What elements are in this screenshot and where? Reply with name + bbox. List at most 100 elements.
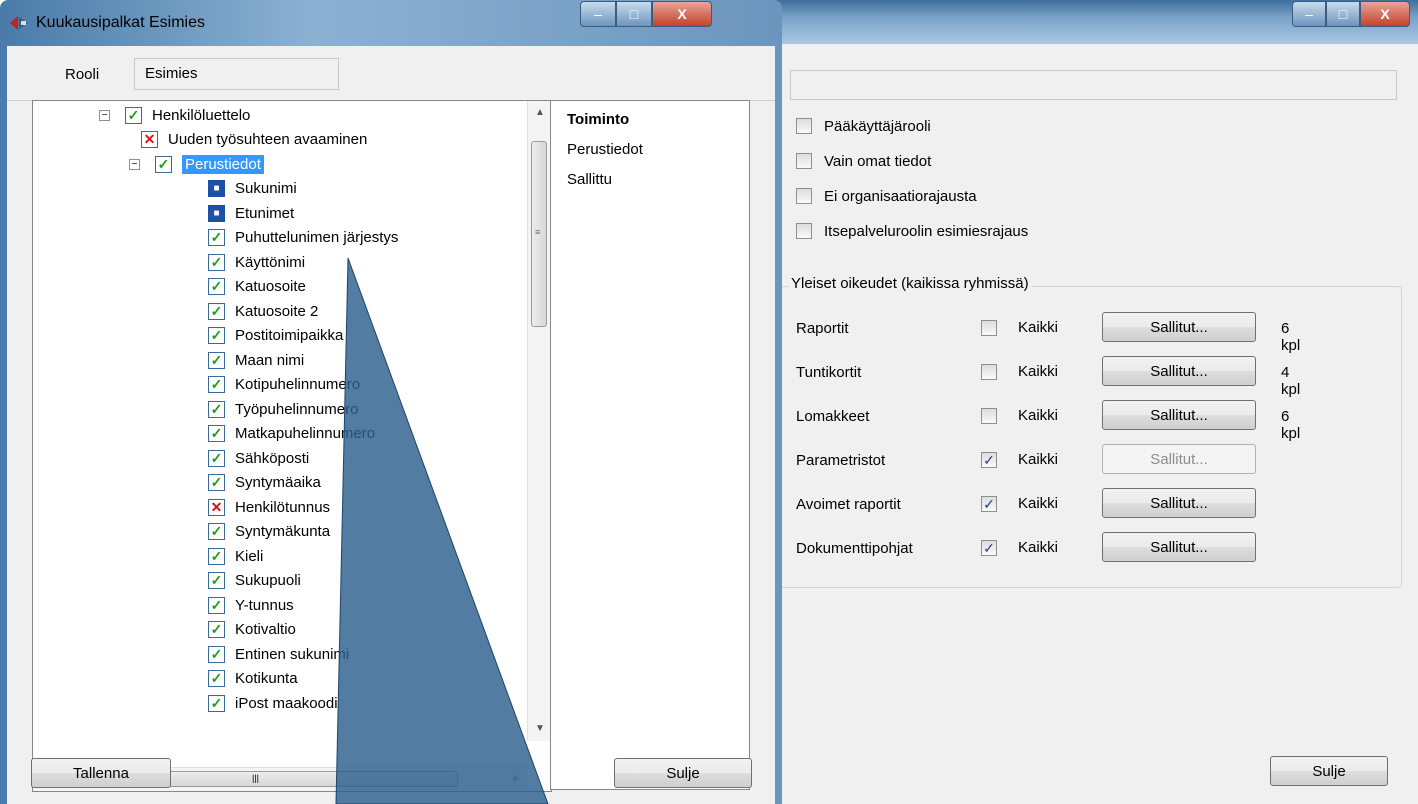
- checkbox[interactable]: [796, 153, 812, 169]
- all-checkbox[interactable]: [981, 320, 997, 336]
- group-title: Yleiset oikeudet (kaikissa ryhmissä): [789, 275, 1031, 292]
- tree-item[interactable]: ✓ Katuosoite: [208, 275, 306, 299]
- check-icon[interactable]: ✓: [208, 596, 225, 614]
- check-icon[interactable]: ✓: [208, 229, 225, 246]
- check-icon[interactable]: ✓: [208, 400, 225, 418]
- check-icon[interactable]: ✓: [208, 670, 225, 687]
- check-icon[interactable]: ✓: [208, 302, 225, 320]
- tree-item-label: Puhuttelunimen järjestys: [235, 229, 399, 246]
- scroll-down-arrow-icon[interactable]: ▼: [535, 723, 545, 734]
- all-checkbox[interactable]: ✓: [981, 452, 997, 468]
- count-label: 6 kpl: [1281, 320, 1301, 354]
- tree-item[interactable]: ✓ Syntymäaika: [208, 471, 321, 495]
- dialog-title: Kuukausipalkat Esimies: [36, 14, 205, 31]
- role-value-field: Esimies: [134, 58, 339, 90]
- check-icon[interactable]: ✓: [208, 547, 225, 565]
- checkbox[interactable]: [796, 118, 812, 134]
- check-icon[interactable]: ✓: [208, 278, 225, 295]
- maximize-button[interactable]: □: [1326, 1, 1360, 27]
- allowed-button[interactable]: Sallitut...: [1102, 400, 1256, 430]
- check-icon[interactable]: ✓: [208, 523, 225, 540]
- allowed-button[interactable]: Sallitut...: [1102, 356, 1256, 386]
- option-row[interactable]: Vain omat tiedot: [796, 149, 931, 173]
- permissions-tree[interactable]: ✓ Henkilöluettelo − ✕ Uuden työsuhteen avaam…: [32, 100, 552, 792]
- minimize-button[interactable]: –: [1292, 1, 1326, 27]
- collapse-icon[interactable]: −: [129, 159, 140, 170]
- check-icon[interactable]: ✓: [208, 425, 225, 442]
- collapse-icon[interactable]: −: [99, 110, 110, 121]
- allowed-button[interactable]: Sallitut...: [1102, 312, 1256, 342]
- check-icon[interactable]: ✓: [208, 327, 225, 344]
- tree-item[interactable]: ✓ Maan nimi: [208, 348, 304, 372]
- tree-item[interactable]: ✓ Kotikunta: [208, 667, 298, 691]
- checkbox[interactable]: [796, 188, 812, 204]
- save-button[interactable]: Tallenna: [31, 758, 171, 788]
- check-icon[interactable]: ✓: [208, 694, 225, 712]
- tree-item[interactable]: ✓ Entinen sukunimi: [208, 642, 349, 666]
- allowed-button[interactable]: Sallitut...: [1102, 444, 1256, 474]
- tree-item-label: Sähköposti: [235, 449, 310, 467]
- checkbox[interactable]: [796, 223, 812, 239]
- check-icon[interactable]: ✓: [208, 645, 225, 663]
- cross-icon[interactable]: ✕: [141, 131, 158, 148]
- tree-item-label: Y-tunnus: [235, 596, 294, 614]
- tree-item[interactable]: ✕ Henkilötunnus: [208, 495, 330, 519]
- close-window-button[interactable]: X: [1360, 1, 1410, 27]
- all-checkbox[interactable]: [981, 364, 997, 380]
- tree-item-label: Postitoimipaikka: [235, 327, 344, 344]
- check-icon[interactable]: ✓: [125, 106, 142, 124]
- tree-item[interactable]: ✓ Kieli: [208, 544, 263, 568]
- scroll-up-arrow-icon[interactable]: ▲: [535, 107, 545, 118]
- option-label: Itsepalveluroolin esimiesrajaus: [824, 222, 1029, 240]
- tree-item-label: Katuosoite: [235, 278, 306, 295]
- all-checkbox[interactable]: ✓: [981, 540, 997, 556]
- tree-item[interactable]: ✕ Uuden työsuhteen avaaminen: [141, 128, 367, 152]
- tree-item[interactable]: ✓ Katuosoite 2: [208, 299, 318, 323]
- scroll-thumb[interactable]: ≡: [531, 141, 547, 327]
- check-icon[interactable]: ✓: [208, 253, 225, 271]
- option-row[interactable]: Pääkäyttäjärooli: [796, 114, 931, 138]
- cross-icon[interactable]: ✕: [208, 498, 225, 516]
- tree-item[interactable]: ✓ Kotivaltio: [208, 618, 296, 642]
- close-button[interactable]: Sulje: [1270, 756, 1388, 786]
- check-icon[interactable]: ✓: [208, 621, 225, 638]
- check-icon[interactable]: ✓: [208, 449, 225, 467]
- tree-item[interactable]: ✓ Perustiedot: [155, 152, 264, 176]
- minimize-button[interactable]: –: [580, 1, 616, 27]
- option-label: Pääkäyttäjärooli: [824, 117, 931, 135]
- check-icon[interactable]: ✓: [208, 572, 225, 589]
- allowed-button[interactable]: Sallitut...: [1102, 488, 1256, 518]
- tree-item[interactable]: ✓ iPost maakoodi: [208, 691, 338, 715]
- tree-item[interactable]: ✓ Sukupuoli: [208, 569, 301, 593]
- tree-item[interactable]: ■ Etunimet: [208, 201, 294, 225]
- tree-item[interactable]: ✓ Y-tunnus: [208, 593, 294, 617]
- close-button[interactable]: Sulje: [614, 758, 752, 788]
- check-icon[interactable]: ✓: [208, 351, 225, 369]
- tree-item[interactable]: ✓ Syntymäkunta: [208, 520, 330, 544]
- tree-item[interactable]: ✓ Sähköposti: [208, 446, 309, 470]
- tree-item[interactable]: ✓ Matkapuhelinnumero: [208, 422, 375, 446]
- tree-item[interactable]: ✓ Kotipuhelinnumero: [208, 373, 360, 397]
- all-checkbox[interactable]: [981, 408, 997, 424]
- tree-item[interactable]: ■ Sukunimi: [208, 177, 297, 201]
- role-name-field[interactable]: [790, 70, 1397, 100]
- all-checkbox[interactable]: ✓: [981, 496, 997, 512]
- close-window-button[interactable]: X: [652, 1, 712, 27]
- tree-item[interactable]: ✓ Käyttönimi: [208, 250, 305, 274]
- tree-item[interactable]: ✓ Työpuhelinnumero: [208, 397, 358, 421]
- tree-item[interactable]: ✓ Henkilöluettelo: [125, 103, 250, 127]
- check-icon[interactable]: ✓: [208, 376, 225, 393]
- check-icon[interactable]: ✓: [208, 474, 225, 491]
- scroll-right-arrow-icon[interactable]: ▶: [513, 773, 521, 784]
- option-row[interactable]: Ei organisaatiorajausta: [796, 184, 977, 208]
- maximize-button[interactable]: □: [616, 1, 652, 27]
- tree-item[interactable]: ✓ Puhuttelunimen järjestys: [208, 226, 398, 250]
- tree-vertical-scrollbar[interactable]: ▲ ≡ ▼: [527, 101, 551, 741]
- detail-line: Sallittu: [567, 171, 613, 188]
- lock-icon[interactable]: ■: [208, 204, 225, 222]
- option-row[interactable]: Itsepalveluroolin esimiesrajaus: [796, 219, 1028, 243]
- tree-item[interactable]: ✓ Postitoimipaikka: [208, 324, 343, 348]
- lock-icon[interactable]: ■: [208, 180, 225, 197]
- allowed-button[interactable]: Sallitut...: [1102, 532, 1256, 562]
- check-icon[interactable]: ✓: [155, 155, 172, 173]
